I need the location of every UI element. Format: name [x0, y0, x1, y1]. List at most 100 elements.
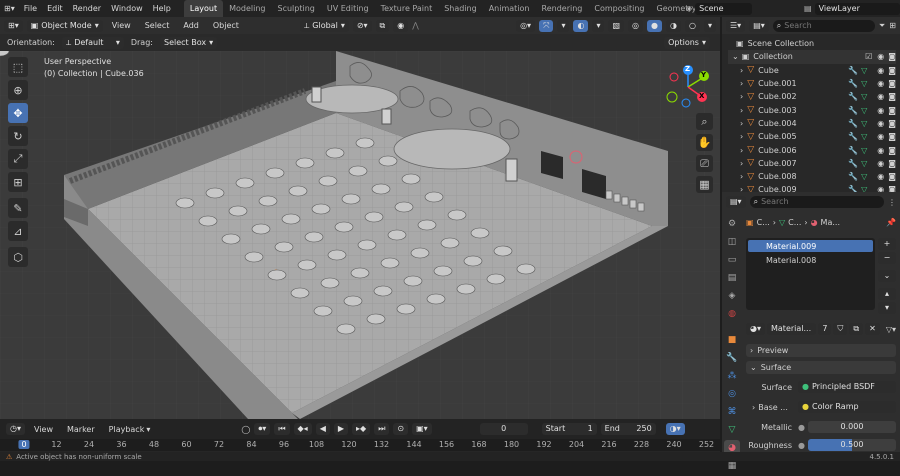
scene-tab-icon[interactable]: ◈ — [724, 288, 740, 304]
jump-end-button[interactable]: ⏭ — [374, 423, 390, 435]
gizmo-dropdown[interactable]: ▾ — [557, 19, 570, 32]
outliner-item[interactable]: › ▽ Cube.004 🔧 ▽ ◉ ◙ — [736, 117, 896, 130]
falloff-icon[interactable]: ⋀ — [412, 21, 419, 30]
editor-type-dropdown[interactable]: ⊞▾ — [4, 19, 23, 32]
eye-icon[interactable]: ◉ — [877, 52, 884, 61]
constraints-tab-icon[interactable]: ⌘ — [724, 404, 740, 420]
view-layer-selector[interactable]: ▤ ViewLayer — [804, 2, 900, 15]
surface-shader-field[interactable]: ● Principled BSDF — [798, 381, 896, 393]
viewport-menu-object[interactable]: Object — [208, 17, 244, 34]
chevron-right-icon[interactable]: › — [740, 79, 743, 88]
overlay-dropdown[interactable]: ▾ — [592, 19, 605, 32]
preview-panel-header[interactable]: › Preview — [746, 344, 896, 357]
object-tab-icon[interactable]: ■ — [724, 332, 740, 348]
menu-help[interactable]: Help — [148, 0, 176, 17]
eye-icon[interactable]: ◉ — [877, 79, 884, 88]
chevron-right-icon[interactable]: › — [740, 159, 743, 168]
metallic-field[interactable]: 0.000 — [807, 421, 896, 433]
outliner-scene-collection[interactable]: ▣ Scene Collection — [736, 37, 896, 50]
add-slot-button[interactable]: + — [878, 238, 896, 250]
camera-icon[interactable]: ◙ — [888, 52, 896, 61]
play-reverse-button[interactable]: ◀ — [315, 423, 330, 435]
roughness-field[interactable]: 0.500 — [807, 439, 896, 451]
shading-wireframe-button[interactable]: ◎ — [628, 19, 644, 32]
camera-icon[interactable]: ◙ — [888, 159, 896, 168]
tab-sculpting[interactable]: Sculpting — [271, 0, 320, 17]
3d-viewport[interactable]: User Perspective (0) Collection | Cube.0… — [0, 51, 720, 419]
eye-icon[interactable]: ◉ — [877, 159, 884, 168]
menu-render[interactable]: Render — [68, 0, 106, 17]
chevron-right-icon[interactable]: › — [740, 106, 743, 115]
xray-toggle[interactable]: ▧ — [608, 19, 625, 32]
filter-icon[interactable]: ⏷ — [879, 21, 885, 31]
pin-icon[interactable]: 📌 — [886, 218, 896, 227]
chevron-right-icon[interactable]: › — [740, 66, 743, 75]
keying-set-button[interactable]: ⊙ — [393, 423, 409, 435]
current-frame-field[interactable]: 0 — [479, 423, 528, 435]
outliner-item[interactable]: › ▽ Cube.006 🔧 ▽ ◉ ◙ — [736, 143, 896, 156]
jump-start-button[interactable]: ⏮ — [274, 423, 290, 435]
properties-editor-type[interactable]: ▤▾ — [726, 196, 746, 208]
surface-panel-header[interactable]: ⌄ Surface — [746, 361, 896, 374]
unlink-icon[interactable]: ✕ — [865, 323, 880, 335]
tool-tab-icon[interactable]: ⚙ — [724, 216, 740, 232]
transform-icon[interactable]: ⊞ — [8, 172, 28, 192]
material-slot[interactable]: Material.008 — [748, 254, 873, 266]
outliner-item[interactable]: › ▽ Cube.003 🔧 ▽ ◉ ◙ — [736, 103, 896, 116]
shading-material-button[interactable]: ◑ — [666, 19, 681, 32]
camera-icon[interactable]: ◙ — [888, 66, 896, 75]
orientation-dropdown[interactable]: ⟂ Default ▾ — [61, 36, 124, 49]
add-cube-icon[interactable]: ⬡ — [8, 247, 28, 267]
tab-texture-paint[interactable]: Texture Paint — [375, 0, 439, 17]
move-slot-up-button[interactable]: ▴ — [878, 288, 896, 300]
eye-icon[interactable]: ◉ — [877, 106, 884, 115]
rotate-icon[interactable]: ↻ — [8, 126, 28, 146]
view-layer-name[interactable]: ViewLayer — [814, 2, 900, 15]
data-tab-icon[interactable]: ▽ — [724, 422, 740, 438]
slot-specials-button[interactable]: ⌄ — [878, 270, 896, 282]
camera-icon[interactable]: ◙ — [888, 172, 896, 181]
auto-keying-dropdown[interactable]: ⏺▾ — [254, 423, 271, 435]
timeline-menu-marker[interactable]: Marker — [62, 421, 100, 438]
outliner-search[interactable]: ⌕ Search — [772, 19, 875, 32]
outliner-item[interactable]: › ▽ Cube.008 🔧 ▽ ◉ ◙ — [736, 170, 896, 183]
mode-dropdown[interactable]: ▣ Object Mode ▾ — [26, 19, 103, 32]
viewport-menu-add[interactable]: Add — [178, 17, 204, 34]
overlay-toggle[interactable]: ◐ — [573, 19, 589, 32]
transform-orientation-dropdown[interactable]: ⟂ Global ▾ — [299, 19, 349, 32]
end-frame-field[interactable]: End 250 — [600, 423, 656, 435]
outliner-item[interactable]: › ▽ Cube.005 🔧 ▽ ◉ ◙ — [736, 130, 896, 143]
particles-tab-icon[interactable]: ⁂ — [724, 368, 740, 384]
fake-user-icon[interactable]: ⛉ — [833, 323, 848, 335]
menu-file[interactable]: File — [19, 0, 42, 17]
render-tab-icon[interactable]: ◫ — [724, 234, 740, 250]
outliner-item[interactable]: › ▽ Cube.002 🔧 ▽ ◉ ◙ — [736, 90, 896, 103]
outliner-editor-type[interactable]: ☰▾ — [726, 19, 746, 32]
tab-shading[interactable]: Shading — [438, 0, 483, 17]
record-icon[interactable]: ◯ — [241, 425, 250, 434]
world-tab-icon[interactable]: ◍ — [724, 306, 740, 322]
physics-tab-icon[interactable]: ◎ — [724, 386, 740, 402]
timeline-editor-type[interactable]: ◷▾ — [6, 423, 25, 435]
eye-icon[interactable]: ◉ — [877, 92, 884, 101]
keying-set-dropdown[interactable]: ▣▾ — [412, 423, 432, 435]
chevron-right-icon[interactable]: › — [740, 146, 743, 155]
outliner-display-mode[interactable]: ▤▾ — [749, 19, 769, 32]
eye-icon[interactable]: ◉ — [877, 66, 884, 75]
tab-animation[interactable]: Animation — [483, 0, 536, 17]
outliner-item[interactable]: › ▽ Cube 🔧 ▽ ◉ ◙ — [736, 64, 896, 77]
camera-view-icon[interactable]: ⎚ — [696, 155, 713, 172]
camera-icon[interactable]: ◙ — [888, 146, 896, 155]
checkbox-icon[interactable]: ☑ — [865, 52, 872, 61]
play-button[interactable]: ▶ — [333, 423, 349, 435]
chevron-right-icon[interactable]: › — [740, 119, 743, 128]
outliner-item[interactable]: › ▽ Cube.007 🔧 ▽ ◉ ◙ — [736, 157, 896, 170]
viewport-menu-select[interactable]: Select — [140, 17, 175, 34]
view-layer-tab-icon[interactable]: ▤ — [724, 270, 740, 286]
start-frame-field[interactable]: Start 1 — [541, 423, 597, 435]
chevron-right-icon[interactable]: › — [740, 132, 743, 141]
tab-uv-editing[interactable]: UV Editing — [321, 0, 375, 17]
camera-icon[interactable]: ◙ — [888, 106, 896, 115]
zoom-icon[interactable]: ⌕ — [696, 113, 713, 130]
eye-icon[interactable]: ◉ — [877, 119, 884, 128]
